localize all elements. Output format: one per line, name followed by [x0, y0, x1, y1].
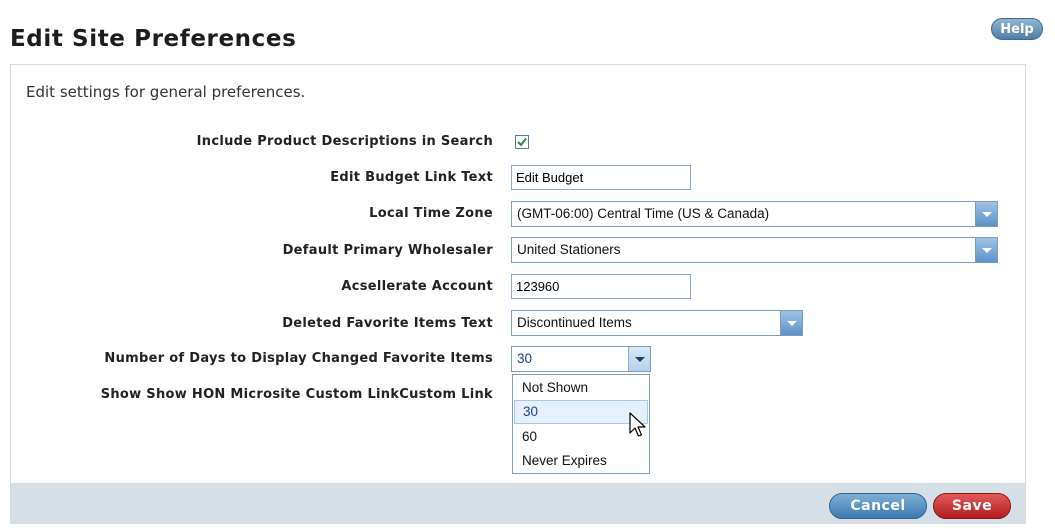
- deleted-text-value: Discontinued Items: [517, 315, 632, 330]
- chevron-down-icon[interactable]: [628, 347, 650, 371]
- time-zone-label: Local Time Zone: [369, 206, 493, 221]
- cancel-button[interactable]: Cancel: [829, 493, 927, 519]
- mouse-pointer-icon: [629, 412, 646, 437]
- save-button[interactable]: Save: [933, 493, 1011, 519]
- time-zone-select[interactable]: (GMT-06:00) Central Time (US & Canada): [511, 201, 998, 227]
- deleted-text-label: Deleted Favorite Items Text: [282, 316, 493, 331]
- deleted-text-select[interactable]: Discontinued Items: [511, 310, 803, 336]
- wholesaler-label: Default Primary Wholesaler: [282, 243, 493, 258]
- chevron-down-icon[interactable]: [975, 202, 997, 226]
- option-not-shown[interactable]: Not Shown: [514, 376, 648, 400]
- page-title: Edit Site Preferences: [10, 26, 297, 52]
- budget-link-label: Edit Budget Link Text: [330, 170, 493, 185]
- days-display-label: Number of Days to Display Changed Favori…: [104, 351, 493, 366]
- option-60[interactable]: 60: [514, 425, 648, 449]
- check-icon: [517, 137, 527, 147]
- wholesaler-value: United Stationers: [517, 242, 621, 257]
- hon-link-label: Show Show HON Microsite Custom LinkCusto…: [100, 387, 493, 402]
- include-descriptions-checkbox[interactable]: [515, 135, 529, 149]
- time-zone-value: (GMT-06:00) Central Time (US & Canada): [517, 206, 770, 221]
- option-never-expires[interactable]: Never Expires: [514, 449, 648, 473]
- help-button[interactable]: Help: [991, 18, 1043, 40]
- budget-link-input[interactable]: Edit Budget: [511, 165, 691, 190]
- account-label: Acsellerate Account: [341, 279, 493, 294]
- wholesaler-select[interactable]: United Stationers: [511, 237, 998, 263]
- chevron-down-icon[interactable]: [780, 311, 802, 335]
- days-display-select[interactable]: 30: [511, 346, 651, 372]
- days-display-value: 30: [517, 351, 533, 366]
- panel-intro: Edit settings for general preferences.: [26, 83, 306, 101]
- option-30[interactable]: 30: [514, 400, 648, 424]
- account-input[interactable]: 123960: [511, 274, 691, 299]
- include-descriptions-label: Include Product Descriptions in Search: [196, 134, 493, 149]
- chevron-down-icon[interactable]: [975, 238, 997, 262]
